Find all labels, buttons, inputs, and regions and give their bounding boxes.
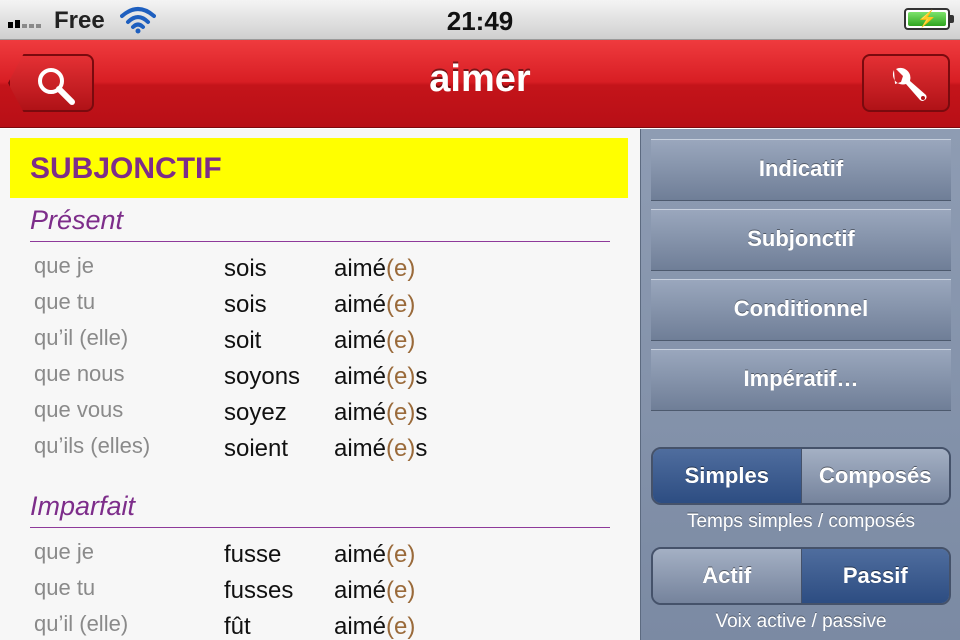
auxiliary: fusses [224, 577, 294, 604]
auxiliary: sois [224, 291, 267, 318]
participle: aimé(e) [334, 577, 416, 604]
pronoun: que je [34, 539, 94, 564]
participle: aimé(e)s [334, 363, 428, 390]
mood-button-imperatif[interactable]: Impératif… [651, 349, 951, 411]
participle: aimé(e) [334, 255, 416, 282]
pronoun: que tu [34, 289, 96, 314]
participle: aimé(e) [334, 541, 416, 568]
pronoun: que vous [34, 397, 124, 422]
conjugation-row: qu’il (elle) soit aimé(e) [0, 325, 640, 361]
passif-option[interactable]: Passif [800, 549, 949, 603]
page-title: aimer [429, 58, 531, 100]
conjugation-content[interactable]: SUBJONCTIF Présent que je sois aimé(e) q… [0, 129, 640, 640]
pronoun: qu’il (elle) [34, 611, 129, 636]
auxiliary: soyons [224, 363, 301, 390]
conjugation-row: qu’ils (elles) soient aimé(e)s [0, 433, 640, 469]
tense-divider [30, 241, 610, 242]
conjugation-row: que je fusse aimé(e) [0, 539, 640, 575]
simples-option[interactable]: Simples [653, 449, 801, 503]
mood-title: SUBJONCTIF [30, 152, 222, 185]
wrench-icon [892, 67, 927, 101]
participle: aimé(e) [334, 613, 416, 640]
tense-title: Présent [30, 205, 124, 235]
pronoun: que je [34, 253, 94, 278]
conjugation-row: qu’il (elle) fût aimé(e) [0, 611, 640, 640]
mood-header: SUBJONCTIF [10, 138, 628, 198]
tense-toggle: Simples Composés [651, 447, 951, 505]
conjugation-row: que nous soyons aimé(e)s [0, 361, 640, 397]
pronoun: que nous [34, 361, 125, 386]
conjugation-row: que vous soyez aimé(e)s [0, 397, 640, 433]
participle: aimé(e) [334, 291, 416, 318]
settings-button[interactable] [862, 54, 950, 112]
conjugation-row: que je sois aimé(e) [0, 253, 640, 289]
pronoun: que tu [34, 575, 96, 600]
tense-toggle-caption: Temps simples / composés [686, 511, 916, 532]
mood-panel: Indicatif Subjonctif Conditionnel Impéra… [640, 129, 960, 640]
navigation-bar: aimer [0, 40, 960, 128]
mood-button-conditionnel[interactable]: Conditionnel [651, 279, 951, 341]
status-time: 21:49 [446, 6, 514, 36]
tense-divider [30, 527, 610, 528]
conjugation-row: que tu fusses aimé(e) [0, 575, 640, 611]
participle: aimé(e)s [334, 399, 428, 426]
composes-option[interactable]: Composés [800, 449, 949, 503]
conjugation-row: que tu sois aimé(e) [0, 289, 640, 325]
auxiliary: soient [224, 435, 289, 462]
mood-button-subjonctif[interactable]: Subjonctif [651, 209, 951, 271]
voice-toggle: Actif Passif [651, 547, 951, 605]
participle: aimé(e)s [334, 435, 428, 462]
auxiliary: sois [224, 255, 267, 282]
status-bar: Free 21:49 ⚡ [0, 0, 960, 40]
auxiliary: soyez [224, 399, 287, 426]
pronoun: qu’ils (elles) [34, 433, 151, 458]
pronoun: qu’il (elle) [34, 325, 129, 350]
voice-toggle-caption: Voix active / passive [715, 611, 887, 632]
auxiliary: fût [224, 613, 251, 640]
auxiliary: fusse [224, 541, 282, 568]
actif-option[interactable]: Actif [653, 549, 801, 603]
battery-charging-icon: ⚡ [904, 8, 954, 30]
mood-button-indicatif[interactable]: Indicatif [651, 139, 951, 201]
tense-title: Imparfait [30, 491, 136, 521]
participle: aimé(e) [334, 327, 416, 354]
auxiliary: soit [224, 327, 262, 354]
